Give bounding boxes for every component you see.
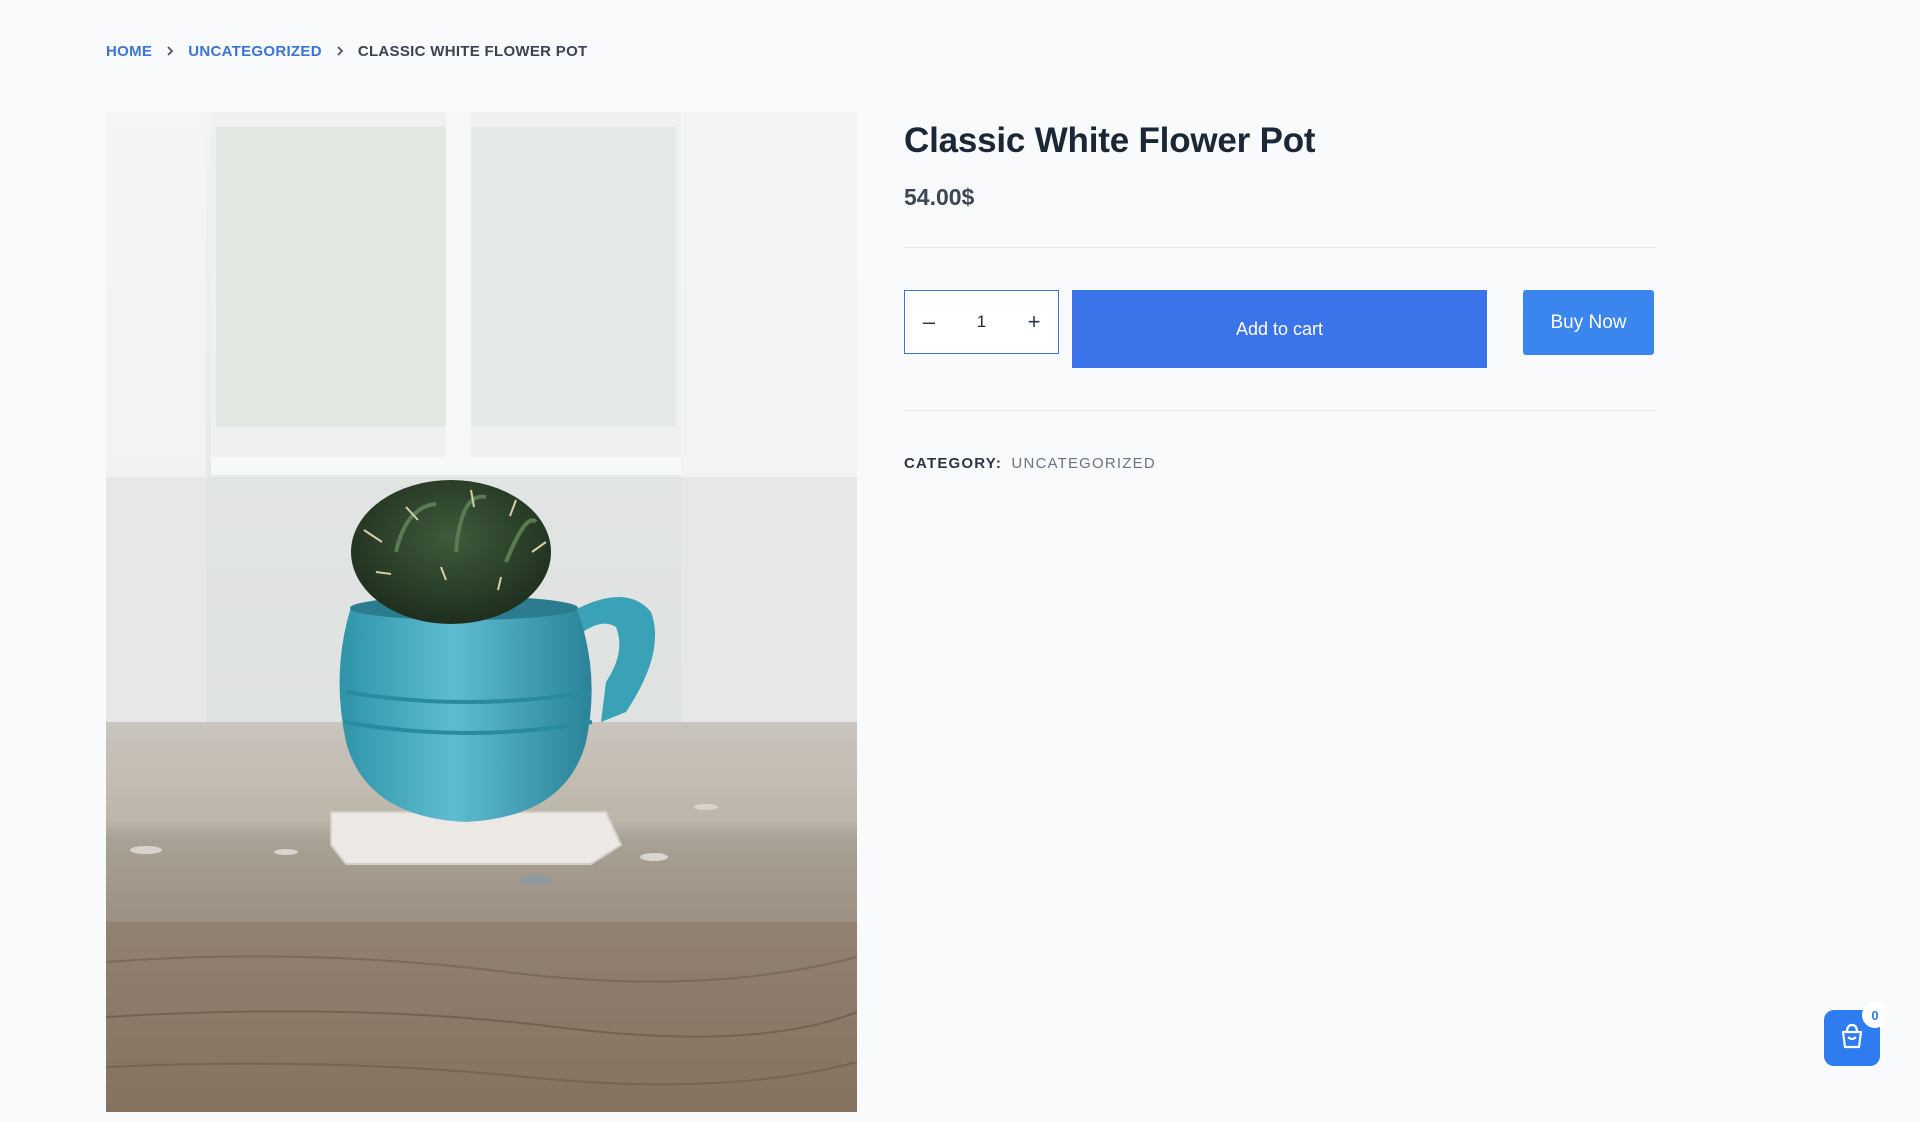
divider xyxy=(904,247,1656,248)
chevron-right-icon xyxy=(164,44,176,60)
quantity-input[interactable]: 1 xyxy=(977,312,986,332)
cart-form: – 1 + Add to cart Buy Now xyxy=(904,290,1656,368)
increase-quantity-button[interactable]: + xyxy=(1010,291,1058,353)
decrease-quantity-button[interactable]: – xyxy=(905,291,953,353)
product-title: Classic White Flower Pot xyxy=(904,121,1316,160)
product-image[interactable] xyxy=(106,112,857,1112)
product-photo-illustration xyxy=(106,112,857,1112)
quantity-stepper: – 1 + xyxy=(904,290,1059,354)
add-to-cart-button[interactable]: Add to cart xyxy=(1072,290,1487,368)
product-price: 54.00$ xyxy=(904,184,975,210)
breadcrumb-current: CLASSIC WHITE FLOWER POT xyxy=(357,43,588,60)
breadcrumb: HOME UNCATEGORIZED CLASSIC WHITE FLOWER … xyxy=(106,43,588,60)
product-summary: Classic White Flower Pot 54.00$ – 1 + Ad… xyxy=(904,112,1656,472)
chevron-right-icon xyxy=(334,44,346,60)
buy-now-button[interactable]: Buy Now xyxy=(1523,290,1654,355)
category-label: CATEGORY: xyxy=(904,455,1003,472)
divider xyxy=(904,410,1656,411)
breadcrumb-category-link[interactable]: UNCATEGORIZED xyxy=(188,43,322,60)
floating-cart-button[interactable]: 0 xyxy=(1824,1002,1888,1066)
category-link[interactable]: UNCATEGORIZED xyxy=(1011,455,1156,472)
shopping-bag-icon xyxy=(1837,1021,1867,1056)
product-category: CATEGORY: UNCATEGORIZED xyxy=(904,455,1656,472)
cart-count-badge: 0 xyxy=(1862,1002,1888,1028)
breadcrumb-home-link[interactable]: HOME xyxy=(106,43,152,60)
